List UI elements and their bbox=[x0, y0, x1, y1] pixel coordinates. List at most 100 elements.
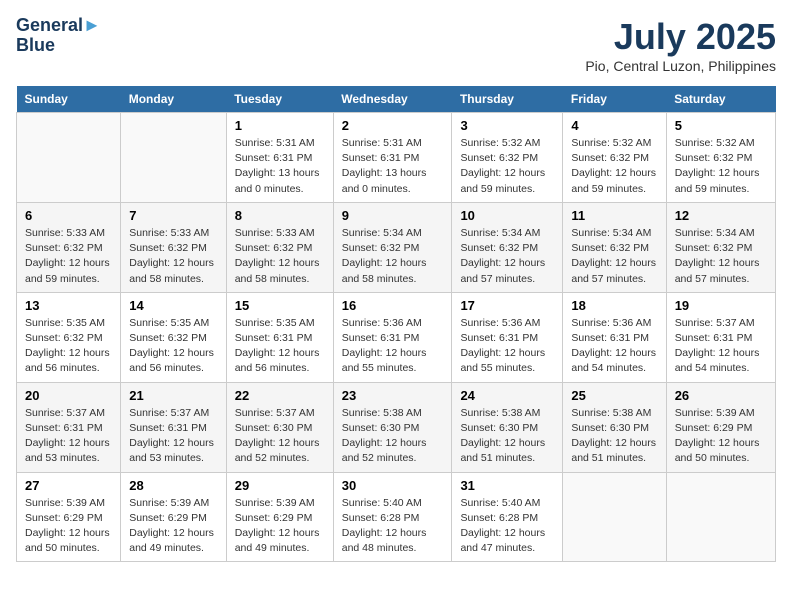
day-info: Sunrise: 5:38 AMSunset: 6:30 PMDaylight:… bbox=[342, 406, 444, 467]
col-thursday: Thursday bbox=[452, 86, 563, 113]
day-number: 23 bbox=[342, 388, 444, 403]
table-cell: 31 Sunrise: 5:40 AMSunset: 6:28 PMDayligh… bbox=[452, 472, 563, 562]
table-cell: 22 Sunrise: 5:37 AMSunset: 6:30 PMDayligh… bbox=[226, 382, 333, 472]
table-cell: 30 Sunrise: 5:40 AMSunset: 6:28 PMDayligh… bbox=[333, 472, 452, 562]
table-cell: 26 Sunrise: 5:39 AMSunset: 6:29 PMDayligh… bbox=[666, 382, 775, 472]
day-info: Sunrise: 5:34 AMSunset: 6:32 PMDaylight:… bbox=[460, 226, 554, 287]
calendar-table: Sunday Monday Tuesday Wednesday Thursday… bbox=[16, 86, 776, 562]
day-number: 4 bbox=[571, 118, 657, 133]
table-cell: 5 Sunrise: 5:32 AMSunset: 6:32 PMDaylight… bbox=[666, 113, 775, 203]
day-info: Sunrise: 5:35 AMSunset: 6:31 PMDaylight:… bbox=[235, 316, 325, 377]
table-cell: 20 Sunrise: 5:37 AMSunset: 6:31 PMDayligh… bbox=[17, 382, 121, 472]
day-info: Sunrise: 5:38 AMSunset: 6:30 PMDaylight:… bbox=[460, 406, 554, 467]
day-number: 11 bbox=[571, 208, 657, 223]
table-cell: 19Sunrise: 5:37 AMSunset: 6:31 PMDayligh… bbox=[666, 292, 775, 382]
day-info: Sunrise: 5:36 AMSunset: 6:31 PMDaylight:… bbox=[460, 316, 554, 377]
day-number: 25 bbox=[571, 388, 657, 403]
col-wednesday: Wednesday bbox=[333, 86, 452, 113]
day-number: 31 bbox=[460, 478, 554, 493]
table-cell: 24Sunrise: 5:38 AMSunset: 6:30 PMDayligh… bbox=[452, 382, 563, 472]
day-number: 1 bbox=[235, 118, 325, 133]
table-cell: 17Sunrise: 5:36 AMSunset: 6:31 PMDayligh… bbox=[452, 292, 563, 382]
day-info: Sunrise: 5:38 AMSunset: 6:30 PMDaylight:… bbox=[571, 406, 657, 467]
table-cell: 23 Sunrise: 5:38 AMSunset: 6:30 PMDayligh… bbox=[333, 382, 452, 472]
table-cell: 7 Sunrise: 5:33 AMSunset: 6:32 PMDaylight… bbox=[121, 202, 226, 292]
day-number: 13 bbox=[25, 298, 112, 313]
day-info: Sunrise: 5:40 AMSunset: 6:28 PMDaylight:… bbox=[342, 496, 444, 557]
col-friday: Friday bbox=[563, 86, 666, 113]
week-row-2: 6Sunrise: 5:33 AMSunset: 6:32 PMDaylight… bbox=[17, 202, 776, 292]
day-number: 9 bbox=[342, 208, 444, 223]
day-info: Sunrise: 5:31 AMSunset: 6:31 PMDaylight:… bbox=[342, 136, 444, 197]
title-section: July 2025 Pio, Central Luzon, Philippine… bbox=[585, 16, 776, 74]
day-number: 22 bbox=[235, 388, 325, 403]
day-number: 20 bbox=[25, 388, 112, 403]
day-info: Sunrise: 5:32 AMSunset: 6:32 PMDaylight:… bbox=[571, 136, 657, 197]
table-cell: 6Sunrise: 5:33 AMSunset: 6:32 PMDaylight… bbox=[17, 202, 121, 292]
table-cell bbox=[17, 113, 121, 203]
day-number: 21 bbox=[129, 388, 217, 403]
table-cell: 9 Sunrise: 5:34 AMSunset: 6:32 PMDaylight… bbox=[333, 202, 452, 292]
day-info: Sunrise: 5:33 AMSunset: 6:32 PMDaylight:… bbox=[235, 226, 325, 287]
week-row-1: 1 Sunrise: 5:31 AMSunset: 6:31 PMDaylight… bbox=[17, 113, 776, 203]
day-info: Sunrise: 5:36 AMSunset: 6:31 PMDaylight:… bbox=[571, 316, 657, 377]
day-number: 30 bbox=[342, 478, 444, 493]
day-info: Sunrise: 5:35 AMSunset: 6:32 PMDaylight:… bbox=[129, 316, 217, 377]
logo: General►Blue bbox=[16, 16, 101, 56]
logo-text: General►Blue bbox=[16, 16, 101, 56]
day-info: Sunrise: 5:37 AMSunset: 6:30 PMDaylight:… bbox=[235, 406, 325, 467]
table-cell: 27Sunrise: 5:39 AMSunset: 6:29 PMDayligh… bbox=[17, 472, 121, 562]
day-info: Sunrise: 5:34 AMSunset: 6:32 PMDaylight:… bbox=[675, 226, 767, 287]
table-cell: 12 Sunrise: 5:34 AMSunset: 6:32 PMDayligh… bbox=[666, 202, 775, 292]
day-number: 12 bbox=[675, 208, 767, 223]
table-cell: 13 Sunrise: 5:35 AMSunset: 6:32 PMDayligh… bbox=[17, 292, 121, 382]
day-info: Sunrise: 5:33 AMSunset: 6:32 PMDaylight:… bbox=[129, 226, 217, 287]
day-number: 18 bbox=[571, 298, 657, 313]
day-info: Sunrise: 5:32 AMSunset: 6:32 PMDaylight:… bbox=[675, 136, 767, 197]
day-number: 16 bbox=[342, 298, 444, 313]
day-info: Sunrise: 5:36 AMSunset: 6:31 PMDaylight:… bbox=[342, 316, 444, 377]
day-info: Sunrise: 5:40 AMSunset: 6:28 PMDaylight:… bbox=[460, 496, 554, 557]
table-cell bbox=[121, 113, 226, 203]
main-title: July 2025 bbox=[585, 16, 776, 58]
day-info: Sunrise: 5:39 AMSunset: 6:29 PMDaylight:… bbox=[675, 406, 767, 467]
day-info: Sunrise: 5:39 AMSunset: 6:29 PMDaylight:… bbox=[25, 496, 112, 557]
calendar-body: 1 Sunrise: 5:31 AMSunset: 6:31 PMDaylight… bbox=[17, 113, 776, 562]
location-subtitle: Pio, Central Luzon, Philippines bbox=[585, 58, 776, 74]
day-number: 26 bbox=[675, 388, 767, 403]
page-header: General►Blue July 2025 Pio, Central Luzo… bbox=[16, 16, 776, 74]
day-number: 19 bbox=[675, 298, 767, 313]
table-cell: 29 Sunrise: 5:39 AMSunset: 6:29 PMDayligh… bbox=[226, 472, 333, 562]
table-cell: 11 Sunrise: 5:34 AMSunset: 6:32 PMDayligh… bbox=[563, 202, 666, 292]
col-sunday: Sunday bbox=[17, 86, 121, 113]
day-info: Sunrise: 5:37 AMSunset: 6:31 PMDaylight:… bbox=[25, 406, 112, 467]
day-number: 29 bbox=[235, 478, 325, 493]
table-cell: 4 Sunrise: 5:32 AMSunset: 6:32 PMDaylight… bbox=[563, 113, 666, 203]
col-tuesday: Tuesday bbox=[226, 86, 333, 113]
day-info: Sunrise: 5:39 AMSunset: 6:29 PMDaylight:… bbox=[129, 496, 217, 557]
day-info: Sunrise: 5:39 AMSunset: 6:29 PMDaylight:… bbox=[235, 496, 325, 557]
table-cell: 8 Sunrise: 5:33 AMSunset: 6:32 PMDaylight… bbox=[226, 202, 333, 292]
day-info: Sunrise: 5:34 AMSunset: 6:32 PMDaylight:… bbox=[571, 226, 657, 287]
day-number: 28 bbox=[129, 478, 217, 493]
calendar-header: Sunday Monday Tuesday Wednesday Thursday… bbox=[17, 86, 776, 113]
day-info: Sunrise: 5:31 AMSunset: 6:31 PMDaylight:… bbox=[235, 136, 325, 197]
table-cell: 3Sunrise: 5:32 AMSunset: 6:32 PMDaylight… bbox=[452, 113, 563, 203]
day-number: 7 bbox=[129, 208, 217, 223]
table-cell bbox=[666, 472, 775, 562]
table-cell: 10Sunrise: 5:34 AMSunset: 6:32 PMDayligh… bbox=[452, 202, 563, 292]
col-monday: Monday bbox=[121, 86, 226, 113]
day-number: 8 bbox=[235, 208, 325, 223]
day-number: 5 bbox=[675, 118, 767, 133]
day-info: Sunrise: 5:35 AMSunset: 6:32 PMDaylight:… bbox=[25, 316, 112, 377]
day-info: Sunrise: 5:34 AMSunset: 6:32 PMDaylight:… bbox=[342, 226, 444, 287]
day-number: 15 bbox=[235, 298, 325, 313]
days-of-week-row: Sunday Monday Tuesday Wednesday Thursday… bbox=[17, 86, 776, 113]
week-row-5: 27Sunrise: 5:39 AMSunset: 6:29 PMDayligh… bbox=[17, 472, 776, 562]
table-cell: 14Sunrise: 5:35 AMSunset: 6:32 PMDayligh… bbox=[121, 292, 226, 382]
table-cell: 15 Sunrise: 5:35 AMSunset: 6:31 PMDayligh… bbox=[226, 292, 333, 382]
day-number: 3 bbox=[460, 118, 554, 133]
week-row-4: 20 Sunrise: 5:37 AMSunset: 6:31 PMDayligh… bbox=[17, 382, 776, 472]
table-cell: 1 Sunrise: 5:31 AMSunset: 6:31 PMDaylight… bbox=[226, 113, 333, 203]
table-cell: 18 Sunrise: 5:36 AMSunset: 6:31 PMDayligh… bbox=[563, 292, 666, 382]
